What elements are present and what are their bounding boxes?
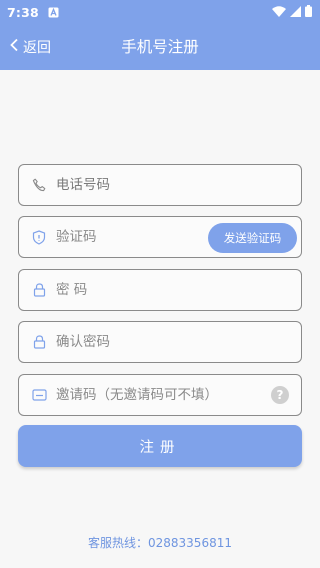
app-header: 返回 手机号注册 — [0, 24, 320, 70]
verification-code-field[interactable]: 发送验证码 — [18, 216, 302, 258]
phone-field[interactable] — [18, 164, 302, 206]
status-bar: 7:38 — [0, 0, 320, 24]
register-button[interactable]: 注册 — [18, 425, 302, 467]
verification-code-input[interactable] — [56, 217, 186, 257]
customer-service-hotline[interactable]: 客服热线：02883356811 — [0, 534, 320, 551]
confirm-password-input[interactable] — [56, 322, 301, 362]
back-label: 返回 — [23, 40, 51, 56]
signal-icon — [290, 5, 301, 20]
status-time: 7:38 — [7, 4, 39, 20]
invite-code-input[interactable] — [56, 375, 276, 415]
password-field[interactable] — [18, 269, 302, 311]
chevron-left-icon — [9, 38, 19, 56]
card-icon — [30, 389, 48, 401]
phone-icon — [30, 178, 48, 192]
notification-icon — [48, 7, 59, 18]
wifi-icon — [272, 5, 286, 20]
shield-icon — [30, 229, 48, 245]
phone-input[interactable] — [56, 165, 301, 205]
question-icon[interactable]: ? — [271, 386, 289, 404]
back-button[interactable]: 返回 — [9, 24, 51, 70]
lock-icon — [30, 283, 48, 297]
invite-code-field[interactable]: ? — [18, 374, 302, 416]
battery-icon — [305, 4, 312, 20]
confirm-password-field[interactable] — [18, 321, 302, 363]
lock-icon — [30, 335, 48, 349]
password-input[interactable] — [56, 270, 301, 310]
send-code-button[interactable]: 发送验证码 — [208, 223, 297, 253]
